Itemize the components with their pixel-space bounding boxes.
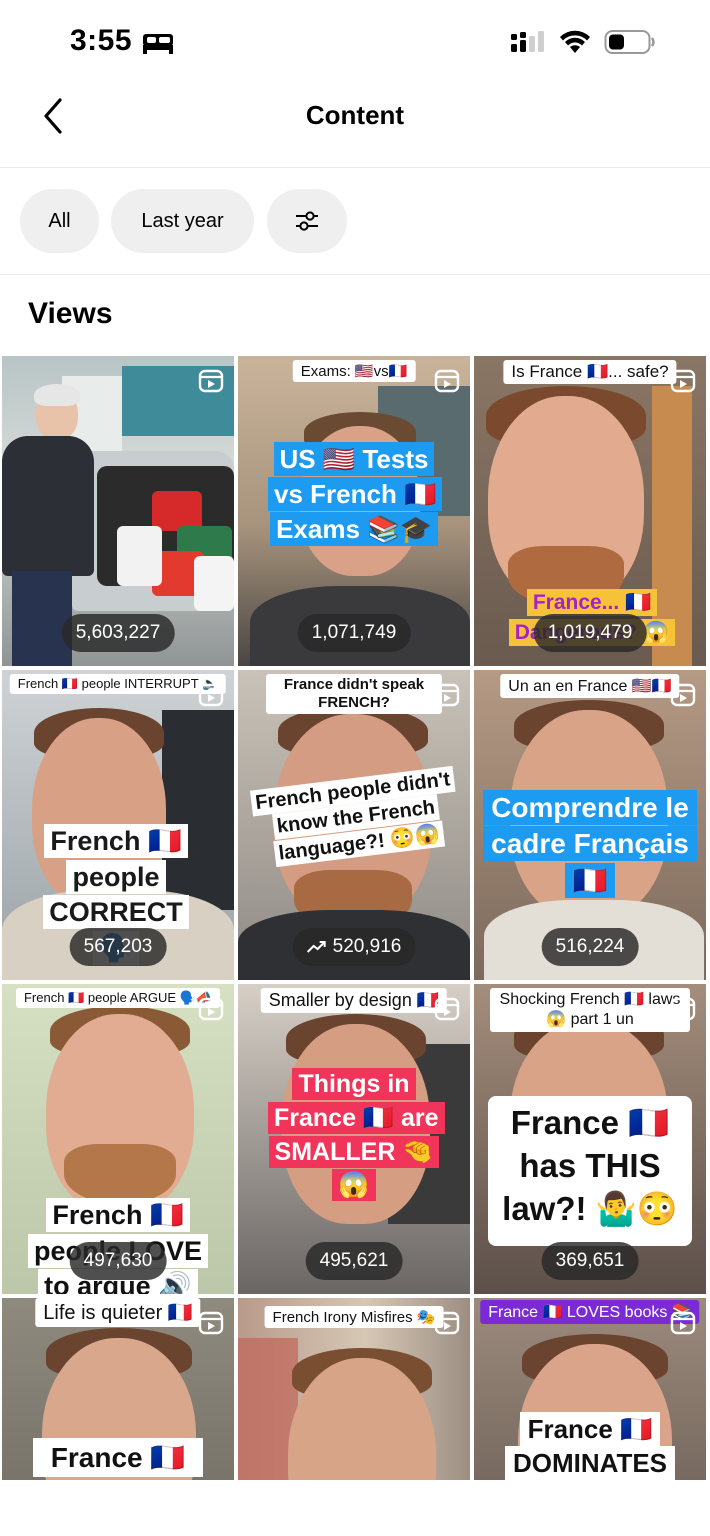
video-top-caption: France didn't speak FRENCH?: [266, 674, 442, 714]
section-title-views: Views: [28, 297, 113, 330]
video-overlay-caption: France 🇫🇷 DOMINATES: [492, 1412, 688, 1480]
view-count-value: 516,224: [555, 936, 625, 957]
content-tile[interactable]: Life is quieter 🇫🇷 France 🇫🇷: [2, 1298, 234, 1480]
filter-chip-period-label: Last year: [141, 209, 224, 232]
reel-icon: [198, 683, 224, 707]
content-tile[interactable]: Un an en France 🇺🇸🇫🇷 Comprendre le cadre…: [474, 670, 706, 980]
view-count: 497,630: [69, 1242, 167, 1280]
wifi-icon: [560, 30, 590, 53]
video-overlay-caption: Things in France 🇫🇷 are SMALLER 🤏😱: [268, 1068, 445, 1203]
video-top-caption: French 🇫🇷 people ARGUE 🗣️📣: [15, 988, 221, 1008]
view-count: 520,916: [292, 928, 416, 966]
video-overlay-caption-text: France 🇫🇷: [32, 1438, 204, 1477]
video-overlay-caption-text: France 🇫🇷 DOMINATES: [504, 1412, 676, 1480]
content-tile[interactable]: France didn't speak FRENCH? French peopl…: [238, 670, 470, 980]
status-time: 3:55: [70, 24, 133, 57]
view-count: 516,224: [541, 928, 639, 966]
bottom-area: [0, 1480, 710, 1536]
view-count-value: 5,603,227: [75, 622, 161, 643]
video-top-caption: Is France 🇫🇷... safe?: [503, 360, 677, 384]
content-tile[interactable]: Smaller by design 🇫🇷 Things in France 🇫🇷…: [238, 984, 470, 1294]
view-count-value: 497,630: [83, 1250, 153, 1271]
view-count: 495,621: [305, 1242, 403, 1280]
status-bar: 3:55: [0, 0, 710, 84]
video-top-caption: French Irony Misfires 🎭: [264, 1306, 444, 1328]
reel-icon: [670, 1311, 696, 1335]
view-count-value: 567,203: [83, 936, 153, 957]
battery-icon: [604, 30, 655, 54]
reel-icon: [670, 683, 696, 707]
sliders-icon: [296, 211, 318, 231]
trending-up-icon: [306, 941, 326, 953]
reel-icon: [434, 369, 460, 393]
reel-icon: [670, 997, 696, 1021]
reel-icon: [434, 997, 460, 1021]
filter-chip-all[interactable]: All: [20, 189, 99, 253]
video-top-caption: Smaller by design 🇫🇷: [260, 988, 448, 1013]
filter-chip-all-label: All: [48, 209, 71, 232]
cellular-signal-icon: [511, 31, 544, 52]
video-overlay-caption-text: France 🇫🇷 has THIS law?! 🤷‍♂️😳: [502, 1104, 678, 1227]
video-top-caption: France 🇫🇷 LOVES books 📚: [480, 1300, 700, 1324]
page-title: Content: [305, 100, 405, 130]
view-count-value: 495,621: [319, 1250, 389, 1271]
video-overlay-caption-text: US 🇺🇸 Tests vs French 🇫🇷 Exams 📚🎓: [268, 442, 443, 547]
sleep-focus-icon: [143, 34, 173, 54]
content-grid: 5,603,227 Exams: 🇺🇸vs🇫🇷 US 🇺🇸 Tests vs F…: [2, 356, 708, 1480]
video-overlay-caption: US 🇺🇸 Tests vs French 🇫🇷 Exams 📚🎓: [268, 442, 443, 547]
reel-icon: [670, 369, 696, 393]
reel-icon: [434, 1311, 460, 1335]
video-overlay-caption: France 🇫🇷 has THIS law?! 🤷‍♂️😳: [488, 1096, 692, 1246]
video-top-caption: French 🇫🇷 people INTERRUPT 🔈: [9, 674, 227, 694]
content-tile[interactable]: French Irony Misfires 🎭: [238, 1298, 470, 1480]
video-overlay-caption: France 🇫🇷: [18, 1438, 218, 1477]
view-count: 5,603,227: [61, 614, 175, 652]
reel-icon: [198, 369, 224, 393]
video-top-caption: Exams: 🇺🇸vs🇫🇷: [292, 360, 416, 382]
video-overlay-caption-text: Things in France 🇫🇷 are SMALLER 🤏😱: [268, 1068, 445, 1202]
view-count: 567,203: [69, 928, 167, 966]
content-tile[interactable]: French 🇫🇷 people ARGUE 🗣️📣 French 🇫🇷 peo…: [2, 984, 234, 1294]
content-tile[interactable]: 5,603,227: [2, 356, 234, 666]
reel-icon: [198, 997, 224, 1021]
video-top-caption: Life is quieter 🇫🇷: [35, 1298, 201, 1327]
content-tile[interactable]: Exams: 🇺🇸vs🇫🇷 US 🇺🇸 Tests vs French 🇫🇷 E…: [238, 356, 470, 666]
video-overlay-caption-text: Comprendre le cadre Français 🇫🇷: [483, 790, 697, 898]
reel-icon: [434, 683, 460, 707]
view-count-value: 1,019,479: [547, 622, 633, 643]
content-tile[interactable]: French 🇫🇷 people INTERRUPT 🔈 French 🇫🇷 p…: [2, 670, 234, 980]
reel-icon: [198, 1311, 224, 1335]
top-nav-bar: Content: [0, 84, 710, 168]
filter-settings-button[interactable]: [267, 189, 347, 253]
view-count-value: 369,651: [555, 1250, 625, 1271]
content-tile[interactable]: France 🇫🇷 LOVES books 📚 France 🇫🇷 DOMINA…: [474, 1298, 706, 1480]
video-top-caption: Un an en France 🇺🇸🇫🇷: [500, 674, 680, 698]
view-count-value: 1,071,749: [311, 622, 397, 643]
view-count-value: 520,916: [332, 936, 402, 957]
filter-chip-period[interactable]: Last year: [111, 189, 254, 253]
video-overlay-caption: Comprendre le cadre Français 🇫🇷: [480, 790, 700, 899]
video-top-caption-text: Shocking French 🇫🇷 laws 😱 part 1 un: [499, 991, 681, 1028]
view-count: 1,071,749: [297, 614, 411, 652]
view-count: 1,019,479: [533, 614, 647, 652]
video-top-caption-text: France didn't speak FRENCH?: [283, 676, 425, 711]
video-top-caption: Shocking French 🇫🇷 laws 😱 part 1 un: [490, 988, 690, 1032]
content-tile[interactable]: Shocking French 🇫🇷 laws 😱 part 1 un Fran…: [474, 984, 706, 1294]
view-count: 369,651: [541, 1242, 639, 1280]
content-tile[interactable]: Is France 🇫🇷... safe? France... 🇫🇷 Dange…: [474, 356, 706, 666]
filter-bar: All Last year: [0, 168, 710, 275]
